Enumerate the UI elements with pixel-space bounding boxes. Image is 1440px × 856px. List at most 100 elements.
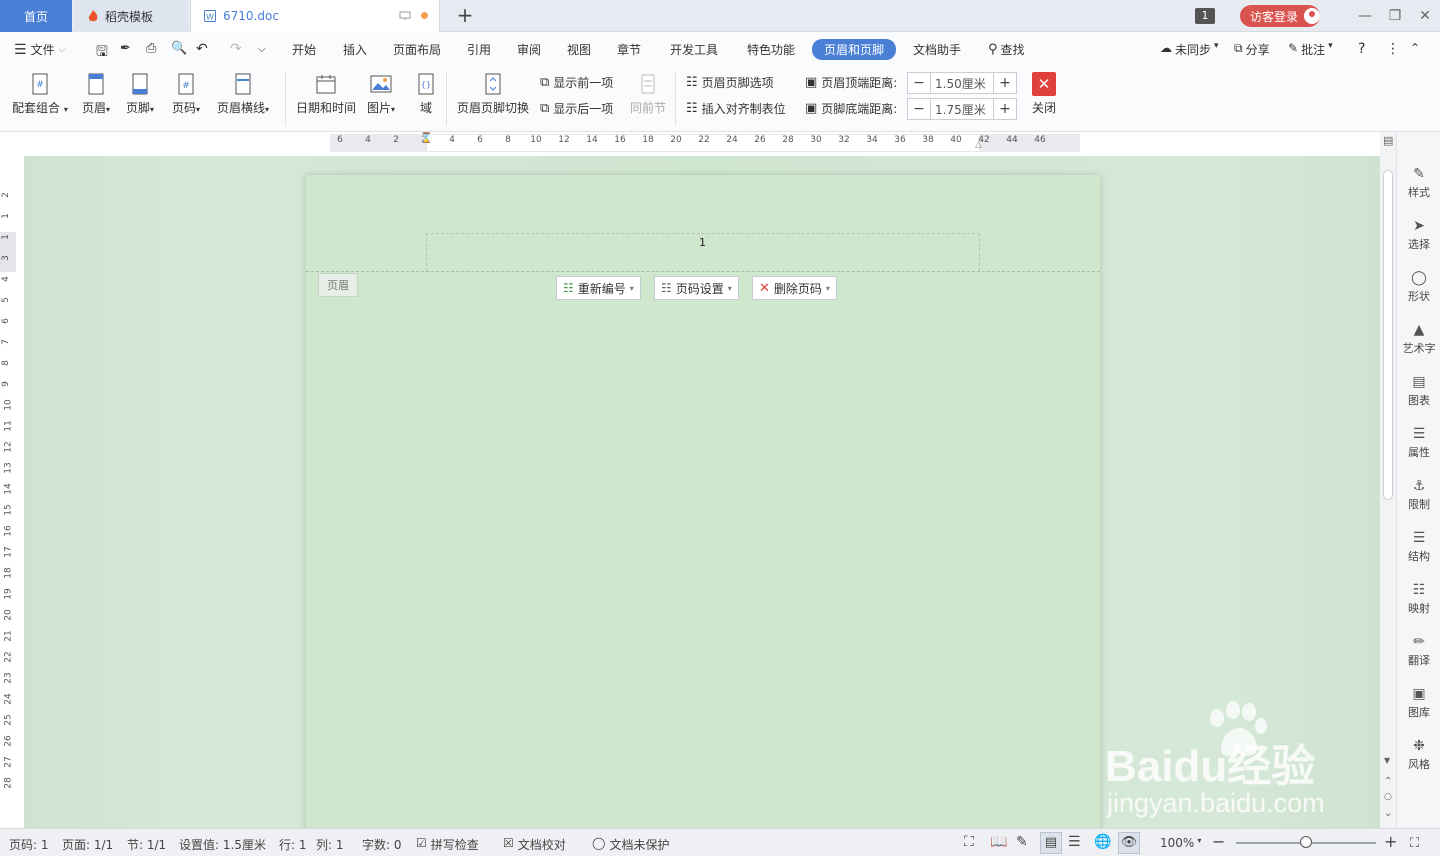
screen-icon[interactable] — [399, 11, 411, 21]
tab-home[interactable]: 首页 — [0, 0, 72, 32]
zoom-slider[interactable] — [1236, 836, 1376, 848]
close-header-footer-button[interactable]: ✕ 关闭 — [1032, 72, 1056, 116]
header-top-distance-field[interactable]: 1.50厘米 — [930, 73, 994, 93]
help-icon[interactable]: ? — [1358, 41, 1365, 57]
menu-page-layout[interactable]: 页面布局 — [393, 41, 441, 58]
page-number-settings-button[interactable]: ☷ 页码设置 ▾ — [654, 276, 739, 300]
menu-special-features[interactable]: 特色功能 — [747, 41, 795, 58]
field-button[interactable]: {} 域 — [414, 72, 438, 116]
header-line-button[interactable]: 页眉横线▾ — [217, 72, 269, 116]
header-page-number[interactable]: 1 — [699, 236, 706, 249]
print-icon[interactable]: ⎙ — [146, 41, 156, 56]
zoom-slider-thumb[interactable] — [1300, 836, 1312, 848]
next-page-icon[interactable]: ⌄ — [1384, 808, 1392, 819]
decrease-button[interactable]: − — [908, 73, 930, 93]
account-badge[interactable]: 1 — [1195, 8, 1215, 24]
increase-button[interactable]: + — [994, 73, 1016, 93]
restore-icon[interactable]: ❐ — [1385, 6, 1405, 26]
menu-header-footer[interactable]: 页眉和页脚 — [812, 39, 897, 60]
show-previous-button[interactable]: ⧉ 显示前一项 — [540, 74, 613, 91]
write-mode-icon[interactable]: ✎ — [1016, 834, 1028, 850]
collapse-ribbon-icon[interactable]: ⌃ — [1410, 41, 1420, 55]
minimize-icon[interactable]: — — [1355, 6, 1375, 26]
setting-status[interactable]: 设置值: 1.5厘米 — [179, 836, 266, 853]
side-tool-select[interactable]: ➤ 选择 — [1397, 218, 1440, 252]
format-painter-icon[interactable]: ✒ — [120, 41, 131, 56]
side-tool-wordart[interactable]: ▲ 艺术字 — [1397, 322, 1440, 356]
footer-button[interactable]: 页脚▾ — [126, 72, 154, 116]
side-tool-chart[interactable]: ▤ 图表 — [1397, 374, 1440, 408]
menu-developer[interactable]: 开发工具 — [670, 41, 718, 58]
combo-button[interactable]: # 配套组合 ▾ — [12, 72, 68, 116]
header-footer-switch-button[interactable]: 页眉页脚切换 — [457, 72, 529, 116]
menu-references[interactable]: 引用 — [467, 41, 491, 58]
date-time-button[interactable]: 日期和时间 — [296, 72, 356, 116]
redo-icon[interactable]: ↷ — [230, 41, 242, 57]
side-tool-theme[interactable]: ❉ 风格 — [1397, 738, 1440, 772]
tab-document[interactable]: W 6710.doc — [190, 0, 440, 32]
footer-bottom-distance-stepper[interactable]: − 1.75厘米 + — [907, 98, 1017, 120]
scrollbar-thumb[interactable] — [1383, 170, 1393, 500]
show-next-button[interactable]: ⧉ 显示后一项 — [540, 100, 613, 117]
col-status[interactable]: 列: 1 — [316, 836, 344, 853]
side-tool-gallery[interactable]: ▣ 图库 — [1397, 686, 1440, 720]
page-num-status[interactable]: 页码: 1 — [9, 836, 49, 853]
save-icon[interactable]: 🖫 — [96, 41, 108, 65]
scroll-down-icon[interactable]: ▼ — [1384, 756, 1390, 765]
more-icon[interactable]: ⋮ — [1386, 41, 1400, 57]
increase-button[interactable]: + — [994, 99, 1016, 119]
footer-bottom-distance-field[interactable]: 1.75厘米 — [930, 99, 994, 119]
share-button[interactable]: ⧉ 分享 — [1234, 41, 1270, 58]
row-status[interactable]: 行: 1 — [279, 836, 307, 853]
page-view-icon[interactable]: ▤ — [1040, 832, 1062, 854]
outline-view-icon[interactable]: ☰ — [1068, 834, 1081, 850]
page-number-button[interactable]: # 页码▾ — [172, 72, 200, 116]
spell-check-button[interactable]: ☑ 拼写检查 — [416, 836, 479, 853]
new-tab-button[interactable]: + — [455, 5, 475, 25]
menu-review[interactable]: 审阅 — [517, 41, 541, 58]
section-status[interactable]: 节: 1/1 — [127, 836, 166, 853]
guest-login-button[interactable]: 访客登录 — [1240, 5, 1320, 27]
header-button[interactable]: 页眉▾ — [82, 72, 110, 116]
side-tool-property[interactable]: ☰ 属性 — [1397, 426, 1440, 460]
preview-icon[interactable]: 🔍 — [171, 41, 187, 56]
menu-chapter[interactable]: 章节 — [617, 41, 641, 58]
pages-status[interactable]: 页面: 1/1 — [62, 836, 113, 853]
menu-view[interactable]: 视图 — [567, 41, 591, 58]
vertical-ruler[interactable]: 2 1 1 3 4 5 6 7 8 9 10 11 12 13 14 15 16 17 18 19 20 21 22 23 24… — [0, 156, 24, 828]
protection-button[interactable]: ◯ 文档未保护 — [592, 836, 669, 853]
renumber-button[interactable]: ☷ 重新编号 ▾ — [556, 276, 641, 300]
menu-doc-assistant[interactable]: 文档助手 — [913, 41, 961, 58]
side-tool-shape[interactable]: ◯ 形状 — [1397, 270, 1440, 304]
zoom-out-button[interactable]: − — [1212, 832, 1225, 851]
side-tool-structure[interactable]: ☰ 结构 — [1397, 530, 1440, 564]
menu-start[interactable]: 开始 — [292, 41, 316, 58]
indent-marker-icon[interactable]: ⌛ — [420, 133, 432, 144]
zoom-in-button[interactable]: + — [1384, 832, 1397, 851]
horizontal-ruler[interactable]: 6 4 2 2 4 6 8 10 12 14 16 18 20 22 24 26 28 30 32 34 36 38 40 4… — [0, 132, 1380, 156]
zoom-dropdown[interactable]: 100% ▾ — [1160, 836, 1201, 850]
word-count-status[interactable]: 字数: 0 — [362, 836, 402, 853]
undo-icon[interactable]: ↶ — [196, 41, 208, 57]
comment-button[interactable]: ✎ 批注 ▾ — [1288, 41, 1333, 58]
close-window-icon[interactable]: ✕ — [1415, 6, 1435, 26]
fit-window-icon[interactable]: ⛶ — [1410, 836, 1419, 851]
proofread-button[interactable]: ☒ 文档校对 — [503, 836, 566, 853]
vertical-scrollbar[interactable]: ▤ ▼ ⌃ ○ ⌄ — [1380, 132, 1396, 828]
fullscreen-icon[interactable]: ⛶ — [964, 834, 974, 850]
search-button[interactable]: ⚲ 查找 — [988, 41, 1025, 58]
document-page[interactable]: 1 页眉 — [306, 175, 1100, 835]
side-tool-mapping[interactable]: ☷ 映射 — [1397, 582, 1440, 616]
side-tool-translate[interactable]: ✏ 翻译 — [1397, 634, 1440, 668]
delete-page-number-button[interactable]: ✕ 删除页码 ▾ — [752, 276, 837, 300]
insert-align-tab-button[interactable]: ☷ 插入对齐制表位 — [686, 100, 786, 117]
read-mode-icon[interactable]: 📖 — [990, 834, 1007, 850]
file-menu[interactable]: ☰ 文件 ⌵ — [14, 41, 65, 58]
eye-protection-icon[interactable]: 👁 — [1118, 832, 1140, 854]
header-top-distance-stepper[interactable]: − 1.50厘米 + — [907, 72, 1017, 94]
same-as-previous-button[interactable]: 同前节 — [630, 72, 666, 116]
web-view-icon[interactable]: 🌐 — [1094, 834, 1111, 850]
header-footer-options-button[interactable]: ☷ 页眉页脚选项 — [686, 74, 774, 91]
menu-insert[interactable]: 插入 — [343, 41, 367, 58]
tab-templates[interactable]: 稻壳模板 — [74, 0, 188, 32]
